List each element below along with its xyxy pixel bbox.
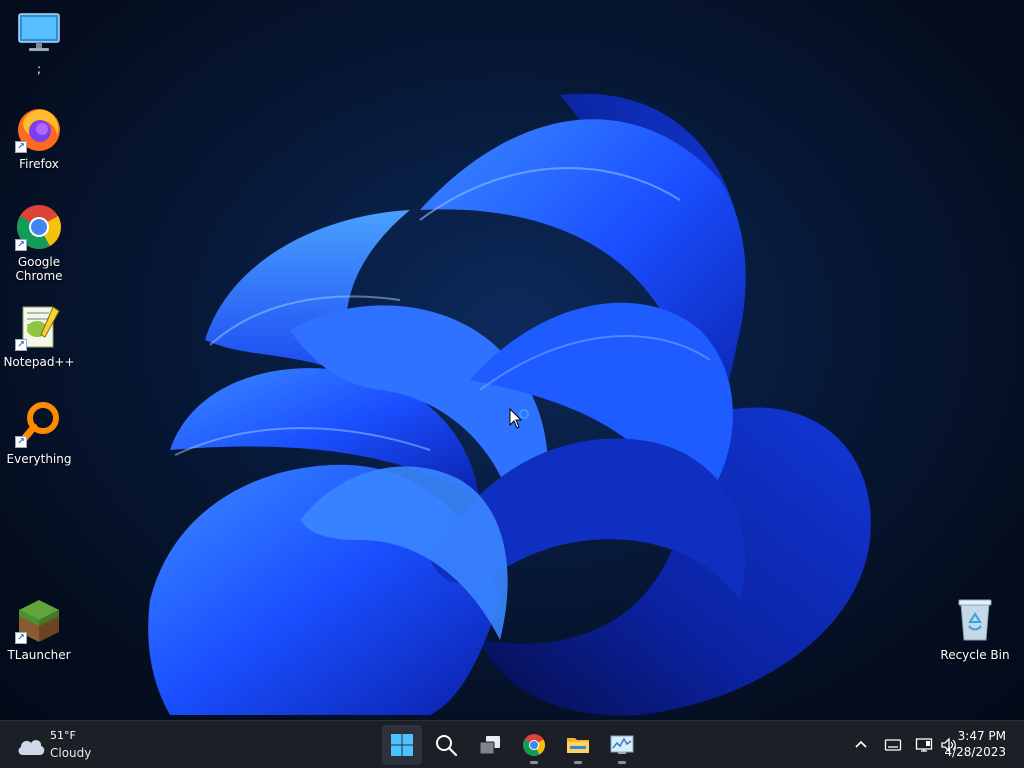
desktop-icon-label: Recycle Bin: [940, 648, 1010, 662]
chrome-icon: [523, 734, 545, 756]
taskbar-pinned-apps: [380, 723, 644, 767]
running-indicator: [618, 761, 626, 764]
cloud-icon: [16, 735, 46, 757]
desktop-icon-label: Google Chrome: [15, 255, 63, 283]
everything-search-icon: ↗: [15, 400, 63, 448]
desktop-icon-label: TLauncher: [7, 648, 71, 662]
network-icon: [915, 738, 933, 752]
shortcut-arrow-icon: ↗: [15, 632, 27, 644]
shortcut-arrow-icon: ↗: [15, 239, 27, 251]
shortcut-arrow-icon: ↗: [15, 141, 27, 153]
desktop-icon-computer[interactable]: ;: [1, 10, 77, 76]
grass-block-icon: ↗: [15, 596, 63, 644]
desktop-icon-label: Everything: [6, 452, 72, 466]
windows-logo-icon: [391, 734, 413, 756]
desktop-icon-everything[interactable]: ↗ Everything: [1, 400, 77, 466]
desktop-icon-label: Notepad++: [3, 355, 75, 369]
weather-temperature: 51°F: [50, 729, 76, 742]
taskbar-chrome-button[interactable]: [514, 725, 554, 765]
clock-date: 4/28/2023: [944, 745, 1006, 759]
desktop-icon-recycle-bin[interactable]: Recycle Bin: [937, 596, 1013, 662]
chevron-up-icon: [855, 740, 867, 748]
show-hidden-icons-button[interactable]: [850, 734, 872, 756]
shortcut-arrow-icon: ↗: [15, 436, 27, 448]
weather-widget[interactable]: 51°F Cloudy: [14, 727, 114, 763]
network-button[interactable]: [913, 734, 935, 756]
weather-condition: Cloudy: [50, 746, 92, 760]
chrome-icon: ↗: [15, 203, 63, 251]
bloom-wallpaper-art: [148, 93, 871, 716]
clock[interactable]: 3:47 PM 4/28/2023: [944, 728, 1006, 760]
touch-keyboard-button[interactable]: [882, 734, 904, 756]
desktop-wallpaper[interactable]: [0, 0, 1024, 720]
task-view-button[interactable]: [470, 725, 510, 765]
running-indicator: [574, 761, 582, 764]
recycle-bin-icon: [951, 596, 999, 644]
start-button[interactable]: [382, 725, 422, 765]
monitor-icon: [15, 10, 63, 58]
search-button[interactable]: [426, 725, 466, 765]
file-explorer-button[interactable]: [558, 725, 598, 765]
desktop-icon-chrome[interactable]: ↗ Google Chrome: [1, 203, 77, 283]
mouse-cursor-busy-icon: [509, 407, 533, 434]
desktop-icon-tlauncher[interactable]: ↗ TLauncher: [1, 596, 77, 662]
system-tray: 3:47 PM 4/28/2023: [824, 721, 1024, 768]
task-view-icon: [479, 736, 500, 755]
desktop-icon-label: ;: [36, 62, 42, 76]
desktop-icon-firefox[interactable]: ↗ Firefox: [1, 105, 77, 171]
shortcut-arrow-icon: ↗: [15, 339, 27, 351]
keyboard-icon: [884, 739, 902, 751]
clock-time: 3:47 PM: [957, 729, 1006, 743]
performance-monitor-button[interactable]: [602, 725, 642, 765]
monitor-chart-icon: [610, 735, 634, 754]
desktop-icon-notepadpp[interactable]: ↗ Notepad++: [1, 303, 77, 369]
notepadpp-icon: ↗: [15, 303, 63, 351]
running-indicator: [530, 761, 538, 764]
firefox-icon: ↗: [15, 105, 63, 153]
search-icon: [436, 735, 458, 757]
folder-icon: [567, 738, 589, 753]
desktop-icon-label: Firefox: [19, 157, 59, 171]
taskbar: 51°F Cloudy 3:47 PM 4/28/2023: [0, 720, 1024, 768]
